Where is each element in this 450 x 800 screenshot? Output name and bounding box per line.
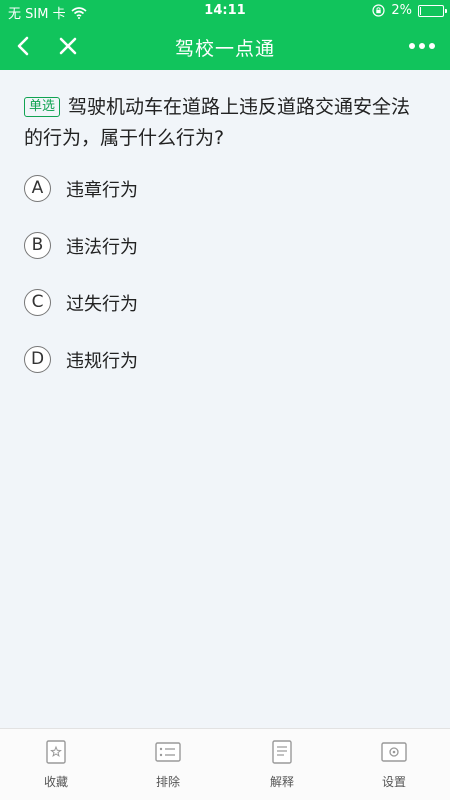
battery-percent: 2% [391, 3, 412, 18]
bottom-tab-bar: 收藏 排除 解释 设置 [0, 728, 450, 800]
question-type-badge: 单选 [24, 97, 61, 117]
option-text: 违法行为 [66, 237, 138, 258]
tab-explanation[interactable]: 解释 [226, 739, 338, 790]
battery-level-fill [420, 6, 421, 15]
option-text: 违章行为 [66, 180, 138, 201]
option-d[interactable]: D 违规行为 [24, 343, 426, 400]
option-text: 过失行为 [66, 294, 138, 315]
battery-icon [418, 4, 447, 17]
question-area: 单选 驾驶机动车在道路上违反道路交通安全法的行为，属于什么行为? A 违章行为 B… [0, 70, 450, 728]
option-c[interactable]: C 过失行为 [24, 286, 426, 343]
more-menu-icon[interactable] [408, 34, 436, 58]
status-right: 2% [372, 3, 447, 18]
option-letter-circle: A [24, 175, 51, 202]
question-text: 驾驶机动车在道路上违反道路交通安全法的行为，属于什么行为? [24, 96, 411, 149]
page-title: 驾校一点通 [174, 38, 275, 60]
tab-settings[interactable]: 设置 [338, 739, 450, 790]
option-letter-circle: B [24, 232, 51, 259]
status-bar: 无 SIM 卡 14:11 2% [0, 0, 450, 22]
settings-icon [381, 742, 407, 762]
tab-label: 设置 [381, 775, 406, 789]
explanation-doc-icon [272, 740, 292, 764]
tab-label: 解释 [269, 775, 294, 789]
option-a[interactable]: A 违章行为 [24, 172, 426, 229]
rotation-lock-icon [372, 4, 385, 17]
question-block: 单选 驾驶机动车在道路上违反道路交通安全法的行为，属于什么行为? [24, 92, 426, 154]
options-list: A 违章行为 B 违法行为 C 过失行为 D 违规行为 [24, 172, 426, 400]
nav-bar: 驾校一点通 [0, 22, 450, 70]
option-b[interactable]: B 违法行为 [24, 229, 426, 286]
tab-favorite[interactable]: 收藏 [0, 739, 112, 790]
exclude-list-icon [155, 742, 181, 762]
star-icon [46, 740, 66, 764]
tab-exclude[interactable]: 排除 [112, 739, 224, 790]
tab-label: 排除 [155, 775, 180, 789]
screen: 无 SIM 卡 14:11 2% 驾校一点通 单选 驾驶机动车在道路上违反道路交… [0, 0, 450, 800]
option-letter-circle: C [24, 289, 51, 316]
tab-label: 收藏 [43, 775, 68, 789]
option-letter-circle: D [24, 346, 51, 373]
option-text: 违规行为 [66, 351, 138, 372]
